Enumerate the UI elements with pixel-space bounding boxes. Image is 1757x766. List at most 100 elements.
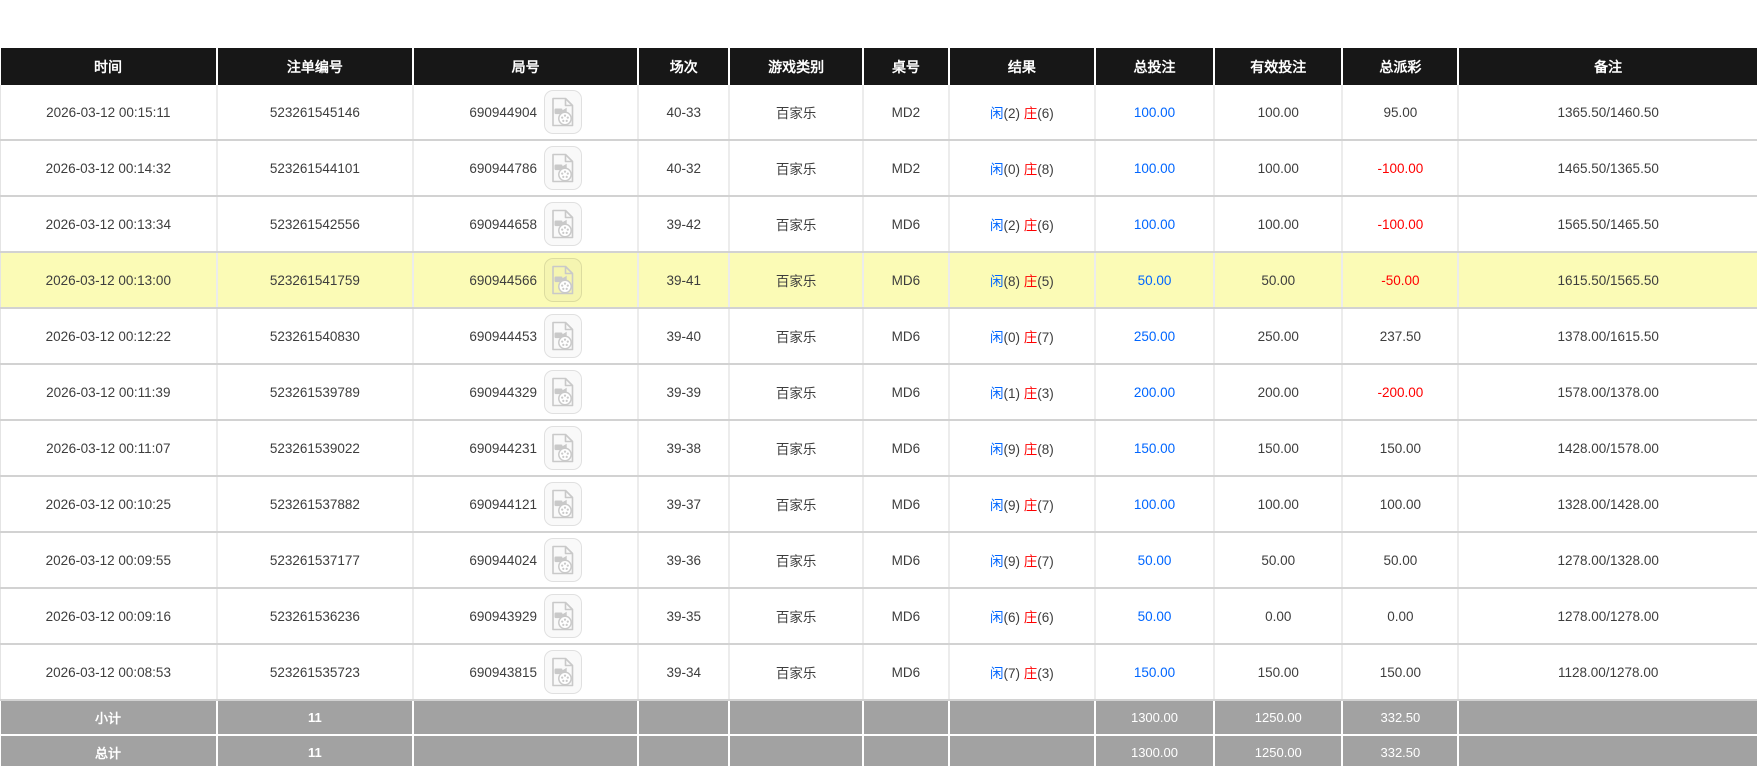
banker-points: (8)	[1037, 162, 1054, 177]
remark-cell: 1428.00/1578.00	[1458, 420, 1757, 477]
table-row: 2026-03-12 00:12:22 523261540830 6909444…	[0, 308, 1757, 365]
table-row: 2026-03-12 00:09:16 523261536236 6909439…	[0, 588, 1757, 645]
result-cell: 闲(1) 庄(3)	[948, 364, 1096, 421]
total-bet-cell: 50.00	[1094, 532, 1216, 589]
result-cell: 闲(2) 庄(6)	[948, 196, 1096, 253]
time-cell: 2026-03-12 00:12:22	[0, 308, 218, 365]
video-replay-button[interactable]	[543, 594, 582, 638]
video-replay-button[interactable]	[543, 90, 582, 134]
player-points: (2)	[1003, 218, 1020, 233]
video-replay-button[interactable]	[543, 650, 582, 694]
bet-id-cell: 523261542556	[216, 196, 415, 253]
banker-result: 庄	[1023, 554, 1038, 569]
total-bet-cell: 250.00	[1094, 308, 1216, 365]
banker-result: 庄	[1023, 162, 1038, 177]
video-replay-button[interactable]	[543, 258, 582, 302]
header-total-bet: 总投注	[1094, 48, 1216, 85]
banker-result: 庄	[1023, 218, 1038, 233]
total-bet-cell: 100.00	[1094, 140, 1216, 197]
valid-bet-cell: 50.00	[1214, 252, 1344, 309]
header-session: 场次	[638, 48, 731, 85]
session-cell: 39-35	[638, 588, 731, 645]
video-replay-button[interactable]	[543, 370, 582, 414]
bet-id-cell: 523261536236	[216, 588, 415, 645]
valid-bet-cell: 0.00	[1214, 588, 1344, 645]
time-cell: 2026-03-12 00:10:25	[0, 476, 218, 533]
game-type-cell: 百家乐	[729, 252, 864, 309]
total-bet-cell: 50.00	[1094, 252, 1216, 309]
game-type-cell: 百家乐	[729, 420, 864, 477]
banker-points: (6)	[1037, 218, 1054, 233]
video-replay-button[interactable]	[543, 482, 582, 526]
header-time: 时间	[0, 48, 218, 85]
banker-result: 庄	[1023, 106, 1038, 121]
subtotal-total-bet: 1300.00	[1094, 699, 1216, 735]
valid-bet-cell: 150.00	[1214, 420, 1344, 477]
table-row: 2026-03-12 00:08:53 523261535723 6909438…	[0, 644, 1757, 701]
bet-id-cell: 523261540830	[216, 308, 415, 365]
total-bet-cell: 50.00	[1094, 588, 1216, 645]
result-cell: 闲(9) 庄(7)	[948, 476, 1096, 533]
video-replay-button[interactable]	[543, 146, 582, 190]
banker-points: (8)	[1037, 442, 1054, 457]
video-file-icon	[552, 433, 574, 463]
header-game-type: 游戏类别	[729, 48, 864, 85]
remark-cell: 1278.00/1328.00	[1458, 532, 1757, 589]
player-points: (0)	[1003, 162, 1020, 177]
subtotal-count: 11	[216, 699, 415, 735]
video-file-icon	[552, 601, 574, 631]
player-result: 闲	[989, 386, 1004, 401]
remark-cell: 1465.50/1365.50	[1458, 140, 1757, 197]
bet-id-cell: 523261544101	[216, 140, 415, 197]
time-cell: 2026-03-12 00:14:32	[0, 140, 218, 197]
session-cell: 39-42	[638, 196, 731, 253]
result-cell: 闲(0) 庄(8)	[948, 140, 1096, 197]
game-type-cell: 百家乐	[729, 476, 864, 533]
valid-bet-cell: 200.00	[1214, 364, 1344, 421]
game-type-cell: 百家乐	[729, 308, 864, 365]
banker-points: (7)	[1037, 498, 1054, 513]
time-cell: 2026-03-12 00:09:55	[0, 532, 218, 589]
table-id-cell: MD2	[862, 85, 950, 141]
round-id-text: 690944231	[469, 440, 537, 456]
payout-cell: 150.00	[1342, 644, 1460, 701]
time-cell: 2026-03-12 00:13:00	[0, 252, 218, 309]
video-file-icon	[552, 265, 574, 295]
player-points: (9)	[1003, 498, 1020, 513]
player-result: 闲	[989, 442, 1004, 457]
round-id-text: 690944024	[469, 552, 537, 568]
round-id-cell: 690944231	[413, 420, 640, 477]
banker-points: (3)	[1037, 666, 1054, 681]
game-type-cell: 百家乐	[729, 644, 864, 701]
grand-total-valid-bet: 1250.00	[1214, 734, 1344, 766]
time-cell: 2026-03-12 00:08:53	[0, 644, 218, 701]
video-replay-button[interactable]	[543, 314, 582, 358]
round-id-text: 690943815	[469, 664, 537, 680]
player-points: (8)	[1003, 274, 1020, 289]
remark-cell: 1328.00/1428.00	[1458, 476, 1757, 533]
game-type-cell: 百家乐	[729, 364, 864, 421]
video-replay-button[interactable]	[543, 426, 582, 470]
subtotal-valid-bet: 1250.00	[1214, 699, 1344, 735]
video-file-icon	[552, 97, 574, 127]
video-replay-button[interactable]	[543, 202, 582, 246]
banker-result: 庄	[1023, 442, 1038, 457]
bet-id-cell: 523261541759	[216, 252, 415, 309]
payout-cell: 100.00	[1342, 476, 1460, 533]
result-cell: 闲(9) 庄(7)	[948, 532, 1096, 589]
time-cell: 2026-03-12 00:15:11	[0, 85, 218, 141]
player-result: 闲	[989, 610, 1004, 625]
video-replay-button[interactable]	[543, 538, 582, 582]
game-type-cell: 百家乐	[729, 140, 864, 197]
session-cell: 39-34	[638, 644, 731, 701]
payout-cell: 50.00	[1342, 532, 1460, 589]
payout-cell: -50.00	[1342, 252, 1460, 309]
banker-points: (6)	[1037, 106, 1054, 121]
table-body: 2026-03-12 00:15:11 523261545146 6909449…	[0, 85, 1757, 701]
bet-records-table: 时间 注单编号 局号 场次 游戏类别 桌号 结果 总投注 有效投注 总派彩 备注…	[0, 48, 1757, 766]
banker-points: (7)	[1037, 554, 1054, 569]
payout-cell: 237.50	[1342, 308, 1460, 365]
video-file-icon	[552, 209, 574, 239]
header-round-id: 局号	[413, 48, 640, 85]
valid-bet-cell: 100.00	[1214, 476, 1344, 533]
